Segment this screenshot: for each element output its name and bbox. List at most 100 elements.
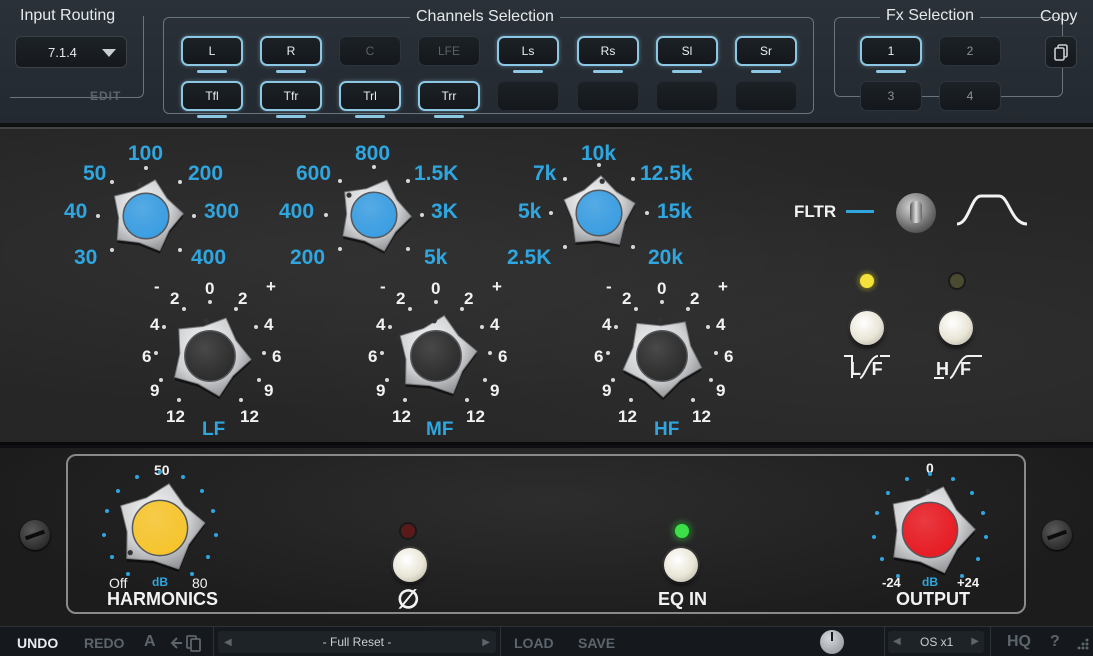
- hf-gain-scale-label: 12: [692, 407, 711, 426]
- channel-label: Trl: [363, 89, 377, 103]
- copy-label: Copy: [1040, 8, 1078, 25]
- lf-filter-led: [860, 274, 874, 288]
- channel-active-indicator: [355, 115, 385, 118]
- mf-gain-scale-label: 2: [396, 289, 406, 308]
- save-button[interactable]: SAVE: [578, 635, 615, 651]
- lf-band-label: LF: [202, 419, 226, 440]
- hf-gain-scale-label: 4: [716, 315, 726, 334]
- knob-graphic: [622, 318, 703, 401]
- output-tick: [905, 476, 910, 481]
- mf-gain-scale-label: 0: [431, 279, 441, 298]
- help-button[interactable]: ?: [1050, 633, 1060, 651]
- channel-active-indicator: [593, 70, 623, 73]
- oversampling-selector[interactable]: ◀ OS x1 ▶: [888, 631, 984, 653]
- hf-frequency-knob[interactable]: [561, 175, 637, 251]
- mf-frequency-knob[interactable]: [336, 177, 412, 254]
- channel-button-trr[interactable]: Trr: [418, 81, 480, 118]
- lf-freq-tick: [96, 214, 100, 218]
- hq-button[interactable]: HQ: [1007, 633, 1031, 651]
- filter-toggle-switch[interactable]: [896, 193, 936, 233]
- mf-band-label: MF: [426, 419, 454, 440]
- lf-gain-knob[interactable]: [168, 314, 252, 400]
- fx-slot-2-button[interactable]: 2: [939, 36, 1001, 66]
- mf-gain-scale-label: 9: [490, 381, 500, 400]
- hf-gain-scale-label: +: [718, 277, 728, 296]
- redo-button[interactable]: REDO: [84, 635, 124, 651]
- copy-button[interactable]: [1045, 36, 1077, 68]
- lf-gain-scale-label: +: [266, 277, 276, 296]
- mf-freq-tick: [420, 213, 424, 217]
- harmonics-tick: [135, 474, 140, 479]
- hf-filter-label: H F: [936, 359, 974, 379]
- lf-gain-scale-label: 4: [150, 315, 160, 334]
- channel-button-l[interactable]: L: [181, 36, 243, 73]
- mf-freq-label: 400: [279, 200, 315, 223]
- chevron-left-icon[interactable]: ◀: [224, 637, 232, 648]
- hf-freq-label: 10k: [581, 142, 617, 165]
- ab-compare-button[interactable]: A: [144, 633, 156, 651]
- channel-button-ls[interactable]: Ls: [497, 36, 559, 73]
- fx-slot-4-button[interactable]: 4: [939, 81, 1001, 111]
- harmonics-min-label: Off: [109, 575, 128, 591]
- knob-graphic: [113, 179, 184, 254]
- channel-button-sl[interactable]: Sl: [656, 36, 718, 73]
- lf-gain-scale-label: 9: [150, 381, 160, 400]
- hf-freq-label: 5k: [518, 200, 542, 223]
- channel-button-c[interactable]: C: [339, 36, 401, 66]
- channel-button-tfr[interactable]: Tfr: [260, 81, 322, 118]
- harmonics-knob[interactable]: [114, 482, 206, 574]
- ab-copy-icon[interactable]: [170, 634, 204, 652]
- hf-gain-tick: [686, 306, 691, 311]
- harmonics-tick: [116, 488, 121, 493]
- copy-icon: [1054, 44, 1068, 61]
- fx-slot-1-button[interactable]: 1: [860, 36, 922, 73]
- lf-freq-label: 200: [188, 162, 224, 185]
- resize-handle-icon[interactable]: [1074, 637, 1090, 653]
- mf-gain-scale-label: 2: [464, 289, 474, 308]
- mf-gain-knob[interactable]: [394, 314, 478, 398]
- undo-button[interactable]: UNDO: [17, 635, 58, 651]
- lf-freq-label: 50: [83, 162, 107, 185]
- lf-gain-scale-label: 0: [205, 279, 215, 298]
- channel-active-indicator: [513, 70, 543, 73]
- input-routing-dropdown[interactable]: 7.1.4: [15, 36, 127, 68]
- hf-filter-button[interactable]: [939, 311, 973, 345]
- hf-freq-label: 7k: [533, 162, 557, 185]
- chevron-left-icon[interactable]: ◀: [893, 636, 901, 647]
- harmonics-tick: [104, 509, 109, 514]
- channel-button-tfl[interactable]: Tfl: [181, 81, 243, 118]
- mf-gain-scale-label: 12: [392, 407, 411, 426]
- mf-freq-label: 800: [355, 142, 391, 165]
- mf-gain-scale-label: 4: [490, 315, 500, 334]
- channel-button-r[interactable]: R: [260, 36, 322, 73]
- lf-filter-button[interactable]: [850, 311, 884, 345]
- channel-button-rs[interactable]: Rs: [577, 36, 639, 73]
- lf-gain-scale-label: 6: [142, 347, 152, 366]
- channel-button-sr[interactable]: Sr: [735, 36, 797, 73]
- output-gain-mini-knob[interactable]: [820, 630, 844, 654]
- mf-gain-tick: [460, 306, 465, 311]
- harmonics-tick: [102, 532, 107, 537]
- edit-routing-button[interactable]: EDIT: [90, 89, 121, 103]
- lf-frequency-knob[interactable]: [108, 178, 184, 254]
- preset-selector[interactable]: ◀ - Full Reset - ▶: [218, 631, 496, 653]
- channels-selection-title: Channels Selection: [410, 8, 560, 26]
- chevron-right-icon[interactable]: ▶: [482, 637, 490, 648]
- phase-invert-button[interactable]: [393, 548, 427, 582]
- eq-in-button[interactable]: [664, 548, 698, 582]
- channel-active-indicator: [276, 70, 306, 73]
- lf-gain-scale-label: 4: [264, 315, 274, 334]
- lf-freq-label: 400: [191, 246, 227, 269]
- hf-gain-knob[interactable]: [620, 314, 704, 401]
- hf-freq-label: 15k: [657, 200, 693, 223]
- channel-active-indicator: [672, 70, 702, 73]
- channel-button-lfe[interactable]: LFE: [418, 36, 480, 66]
- output-tick: [976, 556, 981, 561]
- output-knob[interactable]: [884, 484, 976, 576]
- harmonics-tick: [125, 571, 130, 576]
- fx-slot-3-button[interactable]: 3: [860, 81, 922, 111]
- chevron-right-icon[interactable]: ▶: [971, 636, 979, 647]
- lf-gain-scale-label: -: [154, 277, 160, 296]
- load-button[interactable]: LOAD: [514, 635, 554, 651]
- channel-button-trl[interactable]: Trl: [339, 81, 401, 118]
